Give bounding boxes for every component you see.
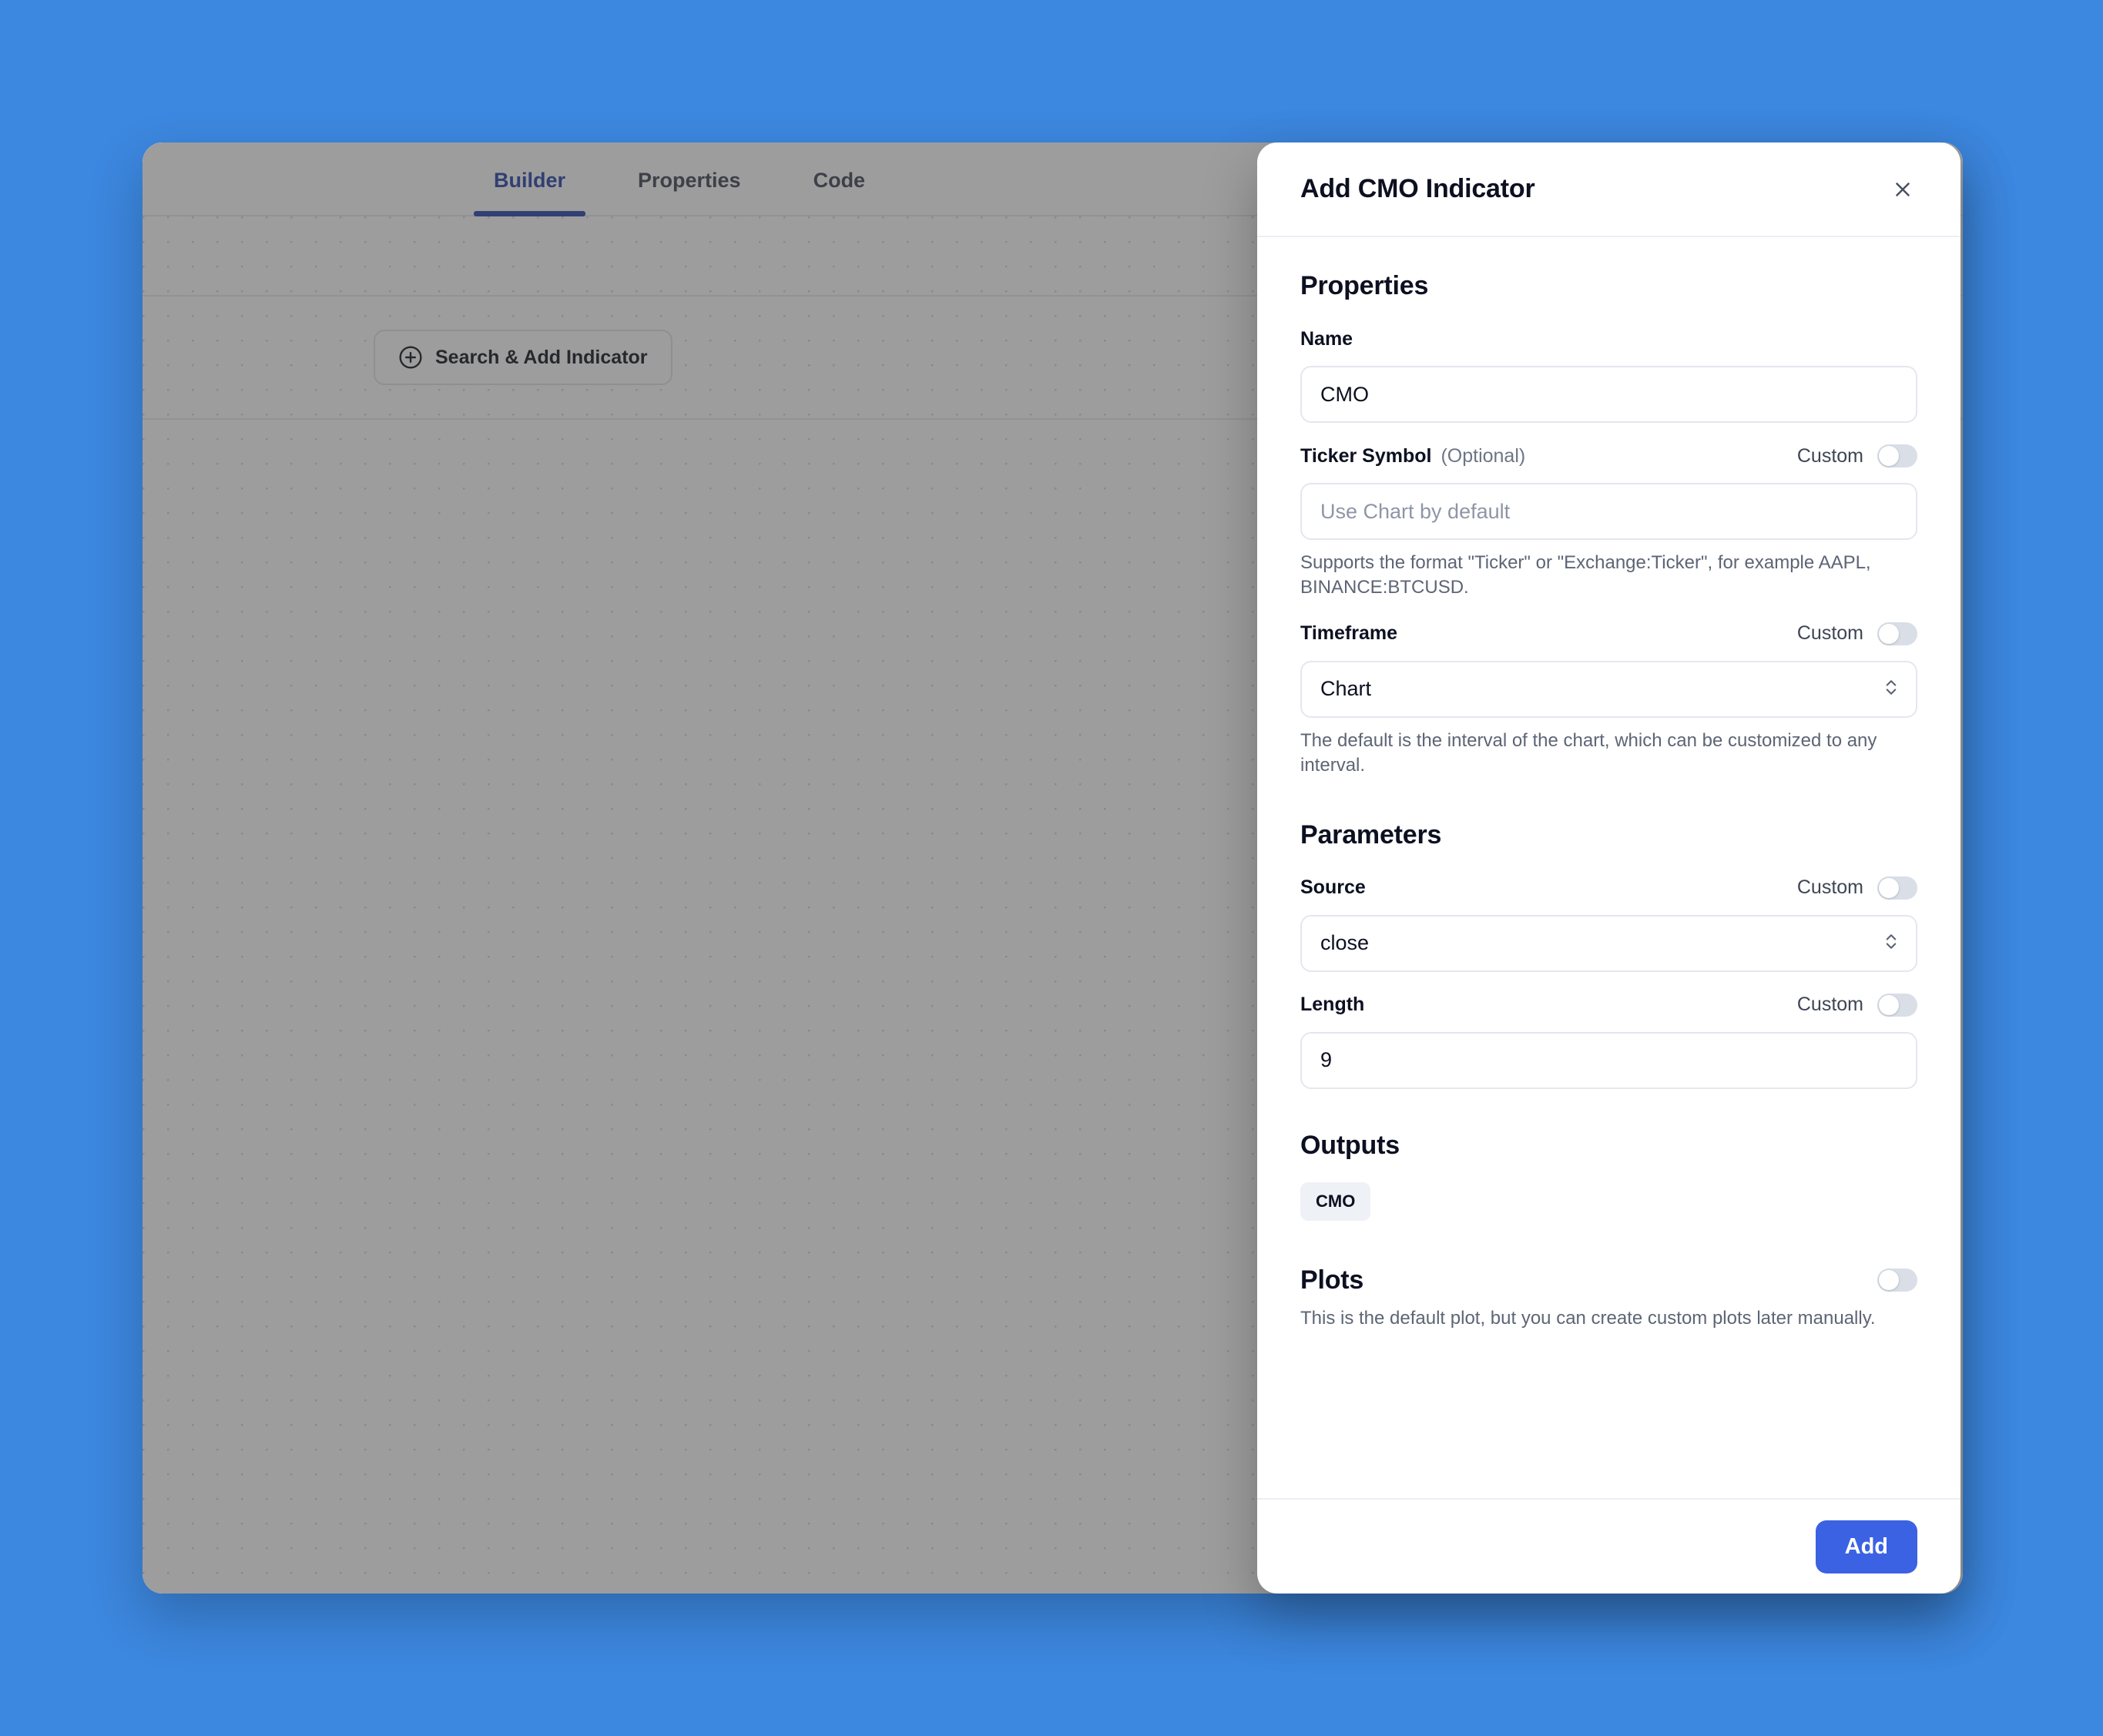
timeframe-custom-toggle[interactable] <box>1877 622 1917 645</box>
length-custom-label: Custom <box>1796 994 1863 1016</box>
plots-help-text: This is the default plot, but you can cr… <box>1300 1307 1876 1329</box>
field-name-label-row: Name <box>1300 323 1917 355</box>
outputs-heading: Outputs <box>1300 1130 1400 1160</box>
field-timeframe-label: Timeframe <box>1300 622 1397 645</box>
plots-header: Plots <box>1300 1265 1917 1295</box>
field-ticker: Ticker Symbol (Optional) Custom Supports… <box>1300 440 1917 601</box>
tab-properties[interactable]: Properties <box>618 142 761 216</box>
source-custom-toggle[interactable] <box>1877 876 1917 900</box>
field-name-label: Name <box>1300 328 1353 350</box>
field-ticker-label-row: Ticker Symbol (Optional) Custom <box>1300 440 1917 472</box>
field-length-label: Length <box>1300 994 1364 1016</box>
properties-heading: Properties <box>1300 271 1429 300</box>
close-icon[interactable] <box>1885 172 1920 207</box>
name-input[interactable] <box>1300 366 1917 423</box>
field-source-label-row: Source Custom <box>1300 872 1917 904</box>
field-ticker-label-text: Ticker Symbol <box>1300 444 1432 467</box>
field-name: Name <box>1300 323 1917 423</box>
timeframe-custom-toggle-knob <box>1879 623 1899 644</box>
source-select[interactable] <box>1300 914 1917 972</box>
field-timeframe-label-text: Timeframe <box>1300 622 1397 645</box>
circle-plus-icon <box>399 346 422 369</box>
timeframe-select-wrap <box>1300 660 1917 718</box>
dialog-footer: Add <box>1257 1498 1960 1594</box>
timeframe-custom-wrap: Custom <box>1797 622 1917 645</box>
ticker-help-text: Supports the format "Ticker" or "Exchang… <box>1300 552 1871 598</box>
field-source-label: Source <box>1300 876 1366 899</box>
field-timeframe: Timeframe Custom The default is the int <box>1300 618 1917 779</box>
dialog-title: Add CMO Indicator <box>1300 174 1535 203</box>
field-length-label-row: Length Custom <box>1300 989 1917 1021</box>
length-input[interactable] <box>1300 1031 1917 1089</box>
field-source-label-text: Source <box>1300 876 1366 899</box>
tab-builder[interactable]: Builder <box>474 142 586 216</box>
tab-code[interactable]: Code <box>793 142 886 216</box>
add-indicator-dialog: Add CMO Indicator Properties Name Ticker… <box>1257 142 1960 1594</box>
field-timeframe-label-row: Timeframe Custom <box>1300 618 1917 650</box>
outputs-list: CMO <box>1300 1181 1917 1221</box>
field-length: Length Custom <box>1300 989 1917 1089</box>
source-select-wrap <box>1300 914 1917 972</box>
length-custom-toggle[interactable] <box>1877 993 1917 1017</box>
output-chip-cmo[interactable]: CMO <box>1300 1181 1371 1221</box>
timeframe-select[interactable] <box>1300 660 1917 718</box>
parameters-heading: Parameters <box>1300 819 1442 850</box>
length-custom-toggle-knob <box>1879 994 1899 1015</box>
timeframe-custom-label: Custom <box>1796 622 1863 645</box>
dialog-header: Add CMO Indicator <box>1257 142 1960 237</box>
field-ticker-optional: (Optional) <box>1441 444 1526 467</box>
add-button[interactable]: Add <box>1815 1520 1917 1573</box>
length-custom-wrap: Custom <box>1796 993 1917 1017</box>
source-custom-label: Custom <box>1796 876 1863 899</box>
timeframe-help-text: The default is the interval of the chart… <box>1300 729 1877 776</box>
ticker-custom-label: Custom <box>1796 444 1863 467</box>
field-length-label-text: Length <box>1300 994 1365 1016</box>
plots-toggle[interactable] <box>1877 1268 1917 1292</box>
field-name-label-text: Name <box>1300 327 1353 350</box>
dialog-body: Properties Name Ticker Symbol (Optional)… <box>1257 237 1960 1498</box>
search-add-indicator-label: Search & Add Indicator <box>435 346 648 368</box>
ticker-input[interactable] <box>1300 483 1917 540</box>
source-custom-toggle-knob <box>1879 877 1899 898</box>
source-custom-wrap: Custom <box>1797 876 1917 900</box>
field-source: Source Custom <box>1300 872 1917 972</box>
field-ticker-label: Ticker Symbol (Optional) <box>1300 445 1525 468</box>
plots-toggle-knob <box>1879 1270 1899 1291</box>
close-x-glyph <box>1896 182 1910 196</box>
ticker-custom-wrap: Custom <box>1797 444 1917 468</box>
search-add-indicator-button[interactable]: Search & Add Indicator <box>374 330 672 385</box>
ticker-custom-toggle-knob <box>1879 446 1899 466</box>
plots-heading: Plots <box>1300 1265 1364 1295</box>
ticker-custom-toggle[interactable] <box>1877 444 1917 468</box>
